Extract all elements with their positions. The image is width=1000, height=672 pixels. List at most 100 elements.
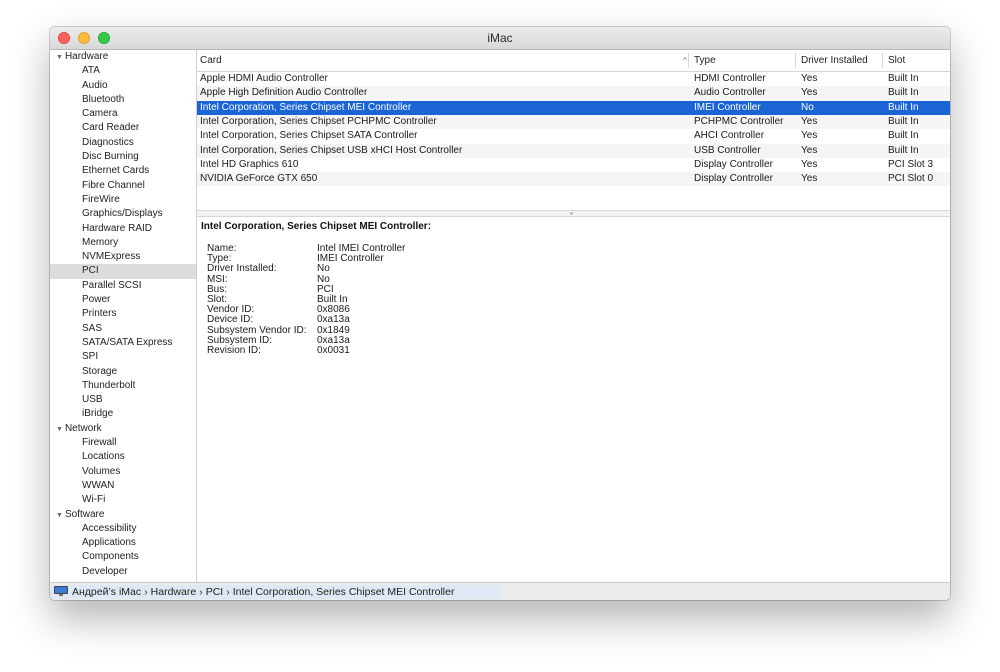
sidebar-group-network[interactable]: ▼ Network [50, 422, 196, 436]
breadcrumb: Андрей’s iMac › Hardware › PCI › Intel Corpora… [54, 583, 454, 600]
table-row[interactable]: Apple HDMI Audio Controller HDMI Controll… [197, 72, 950, 86]
sidebar-item-disc-burning[interactable]: Disc Burning [50, 150, 196, 164]
sidebar-item-applications[interactable]: Applications [50, 536, 196, 550]
column-divider[interactable] [688, 53, 689, 68]
sidebar-group-label: Network [64, 422, 102, 434]
sidebar-item-wi-fi[interactable]: Wi-Fi [50, 493, 196, 507]
cell-type: Audio Controller [694, 87, 766, 99]
column-divider[interactable] [795, 53, 796, 68]
cell-slot: PCI Slot 0 [888, 173, 934, 185]
cell-card: Intel Corporation, Series Chipset USB xH… [200, 144, 463, 156]
cell-slot: Built In [888, 130, 919, 142]
cell-driver-installed: Yes [801, 173, 818, 185]
table-row[interactable]: Apple High Definition Audio Controller Au… [197, 86, 950, 101]
cell-card: Intel Corporation, Series Chipset PCHPMC… [200, 115, 437, 127]
sidebar-item-firewire[interactable]: FireWire [50, 193, 196, 207]
sidebar-item-parallel-scsi[interactable]: Parallel SCSI [50, 279, 196, 293]
sidebar-item-components[interactable]: Components [50, 550, 196, 564]
column-header-slot[interactable]: Slot [885, 50, 950, 71]
detail-title: Intel Corporation, Series Chipset MEI Co… [201, 221, 432, 232]
sidebar-item-firewall[interactable]: Firewall [50, 436, 196, 450]
breadcrumb-item[interactable]: Hardware [151, 586, 197, 598]
sidebar-item-card-reader[interactable]: Card Reader [50, 121, 196, 135]
table-row[interactable]: Intel HD Graphics 610 Display Controller Y… [197, 158, 950, 172]
column-header-card[interactable]: Card [197, 50, 688, 71]
cell-slot: Built In [888, 73, 919, 84]
imac-computer-icon [54, 586, 68, 596]
property-value: 0x0031 [317, 344, 350, 356]
sidebar-item-storage[interactable]: Storage [50, 365, 196, 379]
table-row[interactable]: Intel Corporation, Series Chipset USB xH… [197, 143, 950, 158]
sidebar-item-wwan[interactable]: WWAN [50, 479, 196, 493]
cell-slot: Built In [888, 101, 919, 113]
sidebar-item-volumes[interactable]: Volumes [50, 465, 196, 479]
sidebar-item-fibre-channel[interactable]: Fibre Channel [50, 179, 196, 193]
cell-type: USB Controller [694, 144, 761, 156]
cell-driver-installed: Yes [801, 130, 818, 142]
sidebar-item-power[interactable]: Power [50, 293, 196, 307]
column-divider[interactable] [882, 53, 883, 68]
cell-driver-installed: Yes [801, 144, 818, 156]
cell-type: PCHPMC Controller [694, 115, 784, 127]
sidebar-item-spi[interactable]: SPI [50, 350, 196, 364]
sidebar-item-thunderbolt[interactable]: Thunderbolt [50, 379, 196, 393]
content-area: Card ^ Type Driver Installed Slot Apple … [197, 50, 950, 600]
cell-card: NVIDIA GeForce GTX 650 [200, 173, 318, 185]
cell-driver-installed: Yes [801, 115, 818, 127]
breadcrumb-item[interactable]: Intel Corporation, Series Chipset MEI Co… [233, 586, 455, 598]
sidebar-item-ethernet-cards[interactable]: Ethernet Cards [50, 164, 196, 178]
table-row[interactable]: NVIDIA GeForce GTX 650 Display Controller… [197, 172, 950, 187]
sidebar-item-printers[interactable]: Printers [50, 307, 196, 321]
sidebar[interactable]: ▼ Hardware ATA Audio Bluetooth Camera Card Rea… [50, 50, 197, 600]
sidebar-group-hardware[interactable]: ▼ Hardware [50, 50, 196, 64]
breadcrumb-separator-icon: › [199, 586, 203, 598]
table-header: Card ^ Type Driver Installed Slot [197, 50, 950, 72]
sidebar-item-camera[interactable]: Camera [50, 107, 196, 121]
column-header-driver-installed[interactable]: Driver Installed [798, 50, 882, 71]
cell-card: Intel HD Graphics 610 [200, 158, 299, 170]
cell-card: Apple HDMI Audio Controller [200, 73, 328, 84]
sidebar-item-usb[interactable]: USB [50, 393, 196, 407]
column-header-type[interactable]: Type [691, 50, 795, 71]
cell-driver-installed: Yes [801, 73, 818, 84]
window-title: iMac [487, 31, 513, 45]
breadcrumb-item[interactable]: PCI [206, 586, 224, 598]
sidebar-group-software[interactable]: ▼ Software [50, 508, 196, 522]
sidebar-item-memory[interactable]: Memory [50, 236, 196, 250]
cell-driver-installed: Yes [801, 158, 818, 170]
sidebar-item-accessibility[interactable]: Accessibility [50, 522, 196, 536]
breadcrumb-separator-icon: › [226, 586, 230, 598]
disclosure-triangle-icon[interactable]: ▼ [56, 54, 63, 61]
table-row[interactable]: Intel Corporation, Series Chipset SATA C… [197, 129, 950, 143]
sidebar-item-bluetooth[interactable]: Bluetooth [50, 93, 196, 107]
title-bar[interactable]: iMac [50, 27, 950, 50]
breadcrumb-item[interactable]: Андрей’s iMac [72, 586, 141, 598]
disclosure-triangle-icon[interactable]: ▼ [56, 426, 63, 433]
splitter-grip-icon [570, 212, 573, 215]
sidebar-group-label: Software [64, 508, 105, 520]
sidebar-item-diagnostics[interactable]: Diagnostics [50, 136, 196, 150]
property-value: 0xa13a [317, 314, 350, 326]
sidebar-item-ibridge[interactable]: iBridge [50, 407, 196, 421]
imac-stand-shape [59, 594, 63, 596]
sidebar-item-ata[interactable]: ATA [50, 64, 196, 78]
cell-card: Intel Corporation, Series Chipset SATA C… [200, 130, 418, 142]
sidebar-item-hardware-raid[interactable]: Hardware RAID [50, 222, 196, 236]
table-row[interactable]: Intel Corporation, Series Chipset MEI Co… [197, 100, 950, 115]
split-view-divider[interactable] [197, 210, 950, 217]
cell-type: Display Controller [694, 158, 773, 170]
table-row[interactable]: Intel Corporation, Series Chipset PCHPMC… [197, 114, 950, 130]
cell-card: Apple High Definition Audio Controller [200, 87, 368, 99]
sidebar-item-graphics-displays[interactable]: Graphics/Displays [50, 207, 196, 221]
system-information-window: iMac ▼ Hardware ATA Audio Bluetooth Camera Car… [50, 27, 950, 600]
disclosure-triangle-icon[interactable]: ▼ [56, 512, 63, 519]
sidebar-item-sas[interactable]: SAS [50, 322, 196, 336]
sidebar-item-locations[interactable]: Locations [50, 450, 196, 464]
sidebar-item-sata-sata-express[interactable]: SATA/SATA Express [50, 336, 196, 350]
sidebar-item-developer[interactable]: Developer [50, 565, 196, 579]
sidebar-item-pci[interactable]: PCI [50, 264, 196, 279]
sidebar-item-audio[interactable]: Audio [50, 79, 196, 93]
detail-pane: Intel Corporation, Series Chipset MEI Co… [197, 217, 950, 600]
cell-card: Intel Corporation, Series Chipset MEI Co… [200, 101, 412, 113]
sidebar-item-nvmexpress[interactable]: NVMExpress [50, 250, 196, 264]
